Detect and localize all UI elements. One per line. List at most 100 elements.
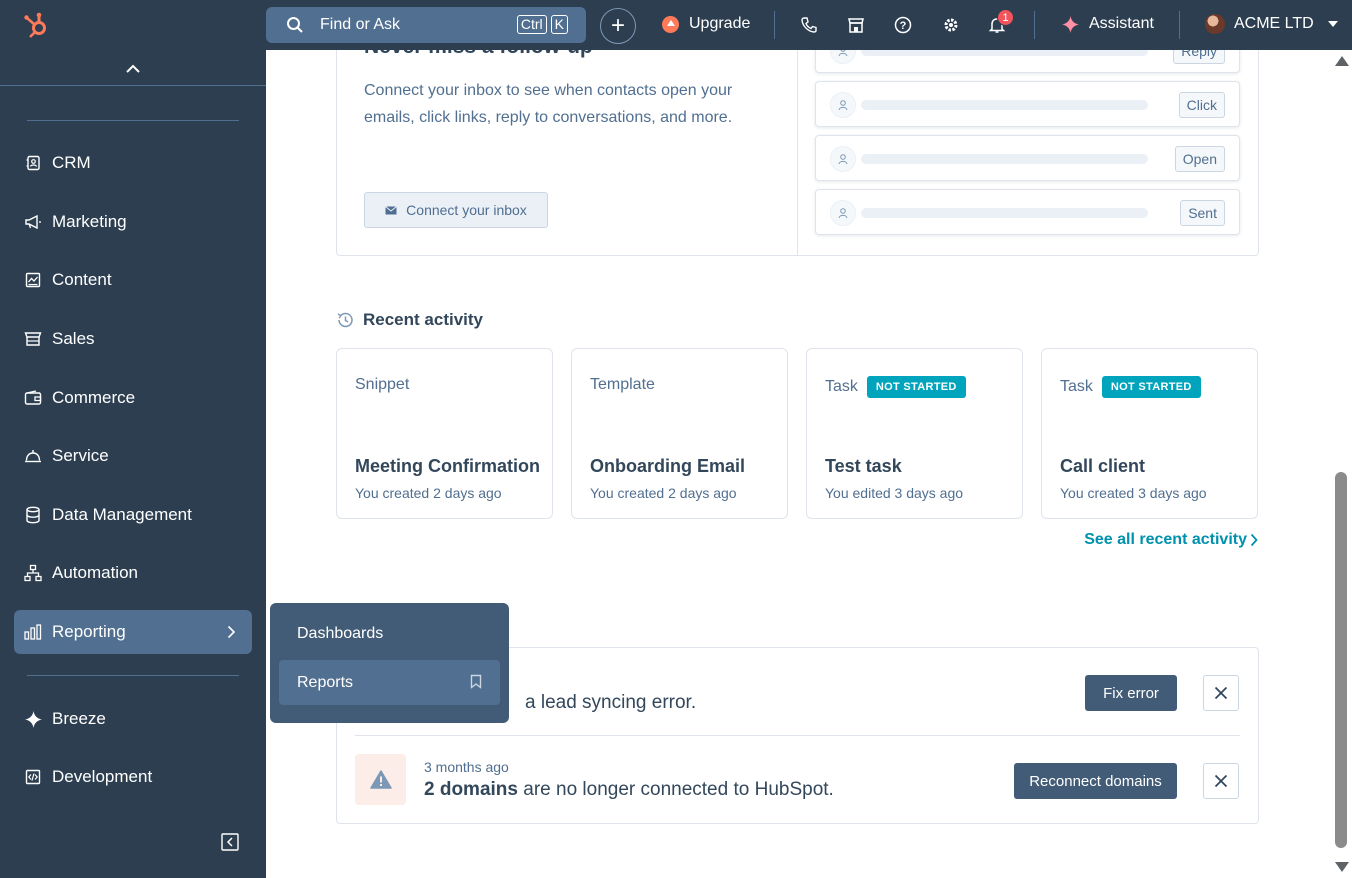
close-icon — [1214, 774, 1228, 788]
status-badge: NOT STARTED — [1101, 376, 1201, 398]
bookmark-icon[interactable] — [470, 674, 482, 689]
divider — [27, 675, 239, 676]
activity-type-label: Template — [590, 376, 655, 393]
fix-error-button[interactable]: Fix error — [1085, 675, 1177, 711]
assistant-label: Assistant — [1089, 15, 1154, 32]
megaphone-icon — [24, 213, 42, 231]
recent-activity-heading: Recent activity — [336, 310, 483, 330]
kbd-k: K — [550, 15, 568, 34]
contacts-icon — [24, 154, 42, 172]
phone-icon[interactable] — [798, 14, 820, 36]
search-input[interactable]: Find or Ask Ctrl K — [266, 7, 586, 43]
sidebar-item-marketing[interactable]: Marketing — [14, 200, 252, 244]
reconnect-domains-button[interactable]: Reconnect domains — [1014, 763, 1177, 799]
flyout-item-label: Dashboards — [297, 624, 384, 642]
sidebar-item-label: Commerce — [52, 388, 136, 407]
account-menu[interactable]: ACME LTD — [1205, 14, 1338, 34]
contact-avatar-icon — [830, 146, 856, 172]
collapse-sidebar-icon[interactable] — [221, 833, 239, 851]
upgrade-button[interactable]: Upgrade — [662, 15, 750, 33]
sidebar-item-crm[interactable]: CRM — [14, 141, 252, 185]
upgrade-label: Upgrade — [689, 15, 751, 32]
sidebar-item-service[interactable]: Service — [14, 434, 252, 478]
scroll-down-arrow-icon[interactable] — [1335, 862, 1349, 872]
activity-type-label: Task — [825, 378, 858, 395]
flyout-item-reports[interactable]: Reports — [279, 660, 500, 705]
assistant-button[interactable]: Assistant — [1062, 15, 1154, 33]
recent-activity-card[interactable]: Template Onboarding Email You created 2 … — [571, 348, 788, 519]
connect-inbox-panel: Never miss a follow-up Connect your inbo… — [337, 50, 798, 255]
activity-type: Task NOT STARTED — [825, 376, 966, 398]
avatar — [1205, 14, 1225, 34]
marketplace-icon[interactable] — [845, 14, 867, 36]
search-icon — [287, 17, 303, 33]
divider — [27, 120, 239, 121]
dismiss-alert-button[interactable] — [1203, 675, 1239, 711]
svg-text:?: ? — [900, 20, 907, 32]
sidebar-item-sales[interactable]: Sales — [14, 317, 252, 361]
content-icon — [24, 271, 42, 289]
email-event-row: Sent — [815, 189, 1240, 235]
activity-meta: You edited 3 days ago — [825, 485, 964, 501]
sidebar-item-automation[interactable]: Automation — [14, 551, 252, 595]
chevron-right-icon — [1250, 533, 1258, 547]
sidebar-item-label: Marketing — [52, 212, 127, 231]
create-new-button[interactable]: + — [600, 8, 636, 44]
reporting-flyout-menu: Dashboards Reports — [270, 603, 509, 723]
connect-inbox-button[interactable]: Connect your inbox — [364, 192, 548, 228]
help-icon[interactable]: ? — [892, 14, 914, 36]
activity-title: Meeting Confirmation — [355, 456, 540, 476]
top-nav-bar: Find or Ask Ctrl K + Upgrade ? 1 Assista… — [0, 0, 1352, 50]
recent-activity-card[interactable]: Task NOT STARTED Call client You created … — [1041, 348, 1258, 519]
upgrade-arrow-icon — [662, 15, 679, 33]
activity-title: Onboarding Email — [590, 456, 746, 476]
hubspot-logo-icon[interactable] — [22, 10, 52, 40]
warning-icon-box — [355, 754, 406, 805]
see-all-recent-activity-link[interactable]: See all recent activity — [1084, 531, 1258, 549]
recent-activity-card[interactable]: Snippet Meeting Confirmation You created… — [336, 348, 553, 519]
kbd-ctrl: Ctrl — [516, 15, 547, 34]
sidebar-item-label: CRM — [52, 153, 91, 172]
flyout-item-label: Reports — [297, 673, 354, 691]
sidebar: CRM Marketing Content Sales Commerce Ser… — [0, 50, 266, 878]
wallet-icon — [24, 389, 42, 407]
alert-message: 2 domains are no longer connected to Hub… — [424, 779, 834, 801]
dismiss-alert-button[interactable] — [1203, 763, 1239, 799]
event-tag: Sent — [1180, 200, 1225, 226]
flyout-item-dashboards[interactable]: Dashboards — [279, 611, 500, 656]
sidebar-item-breeze[interactable]: Breeze — [14, 697, 252, 741]
placeholder-bar — [861, 100, 1148, 110]
activity-type-label: Snippet — [355, 376, 410, 393]
activity-type: Template — [590, 376, 655, 394]
placeholder-bar — [861, 50, 1148, 56]
main-content: Never miss a follow-up Connect your inbo… — [266, 50, 1330, 878]
scrollbar[interactable] — [1330, 50, 1352, 878]
settings-gear-icon[interactable] — [940, 14, 962, 36]
activity-title: Call client — [1060, 456, 1146, 476]
recent-activity-card[interactable]: Task NOT STARTED Test task You edited 3 d… — [806, 348, 1023, 519]
sidebar-item-commerce[interactable]: Commerce — [14, 376, 252, 420]
card-description: Connect your inbox to see when contacts … — [364, 82, 733, 126]
sidebar-item-data-management[interactable]: Data Management — [14, 493, 252, 537]
chevron-right-icon — [227, 625, 236, 639]
email-event-row: Click — [815, 81, 1240, 127]
scroll-up-arrow-icon[interactable] — [1335, 56, 1349, 66]
activity-meta: You created 3 days ago — [1060, 485, 1207, 501]
keyboard-shortcut: Ctrl K — [513, 15, 568, 34]
placeholder-bar — [861, 154, 1148, 164]
scrollbar-thumb[interactable] — [1335, 472, 1347, 848]
search-placeholder: Find or Ask — [320, 16, 401, 33]
sidebar-item-reporting[interactable]: Reporting — [14, 610, 252, 654]
event-tag: Click — [1178, 92, 1225, 118]
sparkle-icon — [1062, 15, 1079, 33]
automation-icon — [24, 564, 42, 582]
activity-meta: You created 2 days ago — [355, 485, 502, 501]
activity-type: Task NOT STARTED — [1060, 376, 1201, 398]
notifications-badge: 1 — [997, 9, 1014, 26]
sidebar-item-development[interactable]: Development — [14, 755, 252, 799]
divider — [1179, 11, 1180, 39]
connect-inbox-label: Connect your inbox — [406, 202, 527, 218]
chevron-up-icon[interactable] — [124, 60, 142, 76]
sidebar-item-content[interactable]: Content — [14, 258, 252, 302]
connect-inbox-card: Never miss a follow-up Connect your inbo… — [336, 50, 1259, 256]
